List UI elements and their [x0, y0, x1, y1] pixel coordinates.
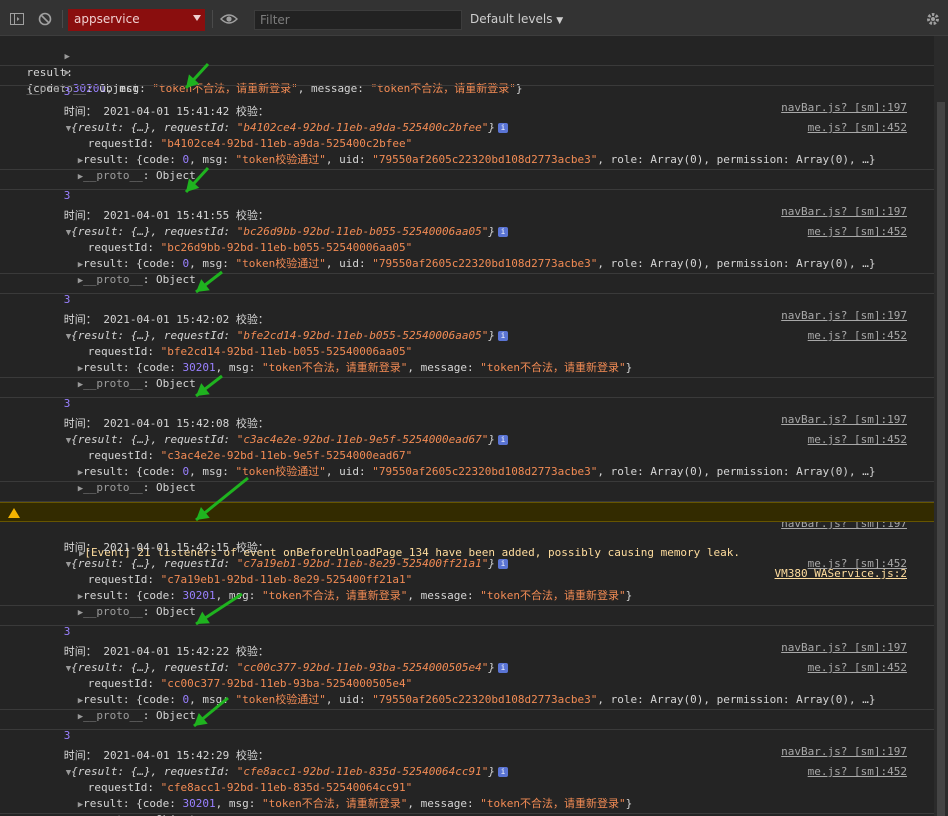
live-expression-eye-icon[interactable]	[220, 10, 238, 28]
log-time-row: 时间： 2021-04-01 15:41:55 校验： me.js? [sm]:…	[0, 192, 934, 238]
result-row[interactable]: ▶result: {code: 0, msg: "token校验通过", uid…	[0, 136, 934, 166]
request-id-row: requestId: "cc00c377-92bd-11eb-93ba-5254…	[87, 677, 413, 690]
log-object-summary[interactable]: ▼{result: {…}, requestId: "c7a19eb1-92bd…	[0, 540, 934, 570]
log-levels-dropdown[interactable]: Default levels ▼	[470, 12, 563, 26]
levels-chevron-icon: ▼	[556, 16, 564, 26]
proto-row[interactable]: ▶__proto__: Object	[0, 796, 934, 816]
log-object-summary[interactable]: ▼{result: {…}, requestId: "cc00c377-92bd…	[0, 644, 934, 674]
proto-row[interactable]: ▶__proto__: Object	[0, 588, 934, 618]
settings-gear-icon[interactable]	[924, 10, 942, 28]
console-scrollbar[interactable]	[934, 36, 948, 816]
warning-message[interactable]: ▶[Event] 21 listeners of event onBeforeU…	[0, 502, 934, 580]
clear-console-icon[interactable]	[36, 10, 54, 28]
result-row[interactable]: ▶result: {code: 0, msg: "token校验通过", uid…	[0, 448, 934, 478]
request-id-row: requestId: "b4102ce4-92bd-11eb-a9da-5254…	[87, 137, 413, 150]
log-count-row: 3 navBar.js? [sm]:197	[0, 276, 934, 322]
proto-row[interactable]: ▶__proto__: Object	[0, 464, 934, 494]
log-count-row: 3 navBar.js? [sm]:197	[0, 484, 934, 530]
warning-icon	[8, 508, 20, 518]
log-count-row: 3 navBar.js? [sm]:197	[0, 172, 934, 218]
console-toolbar: appservice Default levels ▼	[0, 0, 948, 36]
top-proto-line[interactable]: ▶ __proto__: Object	[0, 48, 934, 95]
log-levels-label: Default levels	[470, 12, 553, 26]
log-time-row: 时间： 2021-04-01 15:42:08 校验： me.js? [sm]:…	[0, 400, 934, 446]
log-object-summary[interactable]: ▼{result: {…}, requestId: "b4102ce4-92bd…	[0, 104, 934, 134]
sidebar-toggle-icon[interactable]	[8, 10, 26, 28]
context-selector[interactable]: appservice	[68, 9, 205, 31]
request-id-row: requestId: "c7a19eb1-92bd-11eb-8e29-5254…	[87, 573, 413, 586]
console-output: ▶ result: {code: 30201, msg: "token不合法，请…	[0, 36, 934, 816]
log-object-summary[interactable]: ▼{result: {…}, requestId: "cfe8acc1-92bd…	[0, 748, 934, 778]
filter-input[interactable]	[254, 10, 462, 30]
log-object-summary[interactable]: ▼{result: {…}, requestId: "bc26d9bb-92bd…	[0, 208, 934, 238]
top-result-line[interactable]: ▶ result: {code: 30201, msg: "token不合法，请…	[0, 36, 934, 95]
log-count-row: 3 navBar.js? [sm]:197	[0, 68, 934, 114]
log-time-row: 时间： 2021-04-01 15:42:22 校验： me.js? [sm]:…	[0, 628, 934, 674]
log-object-summary[interactable]: ▼{result: {…}, requestId: "c3ac4e2e-92bd…	[0, 416, 934, 446]
result-row[interactable]: ▶result: {code: 0, msg: "token校验通过", uid…	[0, 240, 934, 270]
scrollbar-thumb[interactable]	[937, 102, 945, 816]
request-id-row: requestId: "bc26d9bb-92bd-11eb-b055-5254…	[87, 241, 413, 254]
proto-row[interactable]: ▶__proto__: Object	[0, 256, 934, 286]
request-id-row: requestId: "cfe8acc1-92bd-11eb-835d-5254…	[87, 781, 413, 794]
log-object-summary[interactable]: ▼{result: {…}, requestId: "bfe2cd14-92bd…	[0, 312, 934, 342]
result-row[interactable]: ▶result: {code: 30201, msg: "token不合法，请重…	[0, 780, 934, 810]
log-count-row: 3 navBar.js? [sm]:197	[0, 712, 934, 758]
result-row[interactable]: ▶result: {code: 30201, msg: "token不合法，请重…	[0, 572, 934, 602]
log-time-row: 时间： 2021-04-01 15:41:42 校验： me.js? [sm]:…	[0, 88, 934, 134]
log-time-row: 时间： 2021-04-01 15:42:15 校验： me.js? [sm]:…	[0, 524, 934, 570]
log-time-row: 时间： 2021-04-01 15:42:02 校验： me.js? [sm]:…	[0, 296, 934, 342]
chevron-down-icon	[193, 15, 201, 21]
request-id-row: requestId: "bfe2cd14-92bd-11eb-b055-5254…	[87, 345, 413, 358]
result-row[interactable]: ▶result: {code: 30201, msg: "token不合法，请重…	[0, 344, 934, 374]
log-count-row: 3 navBar.js? [sm]:197	[0, 380, 934, 426]
proto-row[interactable]: ▶__proto__: Object	[0, 360, 934, 390]
result-row[interactable]: ▶result: {code: 0, msg: "token校验通过", uid…	[0, 676, 934, 706]
proto-row[interactable]: ▶__proto__: Object	[0, 152, 934, 182]
log-count-row: 3 navBar.js? [sm]:197	[0, 608, 934, 654]
proto-row[interactable]: ▶__proto__: Object	[0, 692, 934, 722]
context-selector-label: appservice	[74, 12, 140, 26]
log-time-row: 时间： 2021-04-01 15:42:29 校验： me.js? [sm]:…	[0, 732, 934, 778]
request-id-row: requestId: "c3ac4e2e-92bd-11eb-9e5f-5254…	[87, 449, 413, 462]
